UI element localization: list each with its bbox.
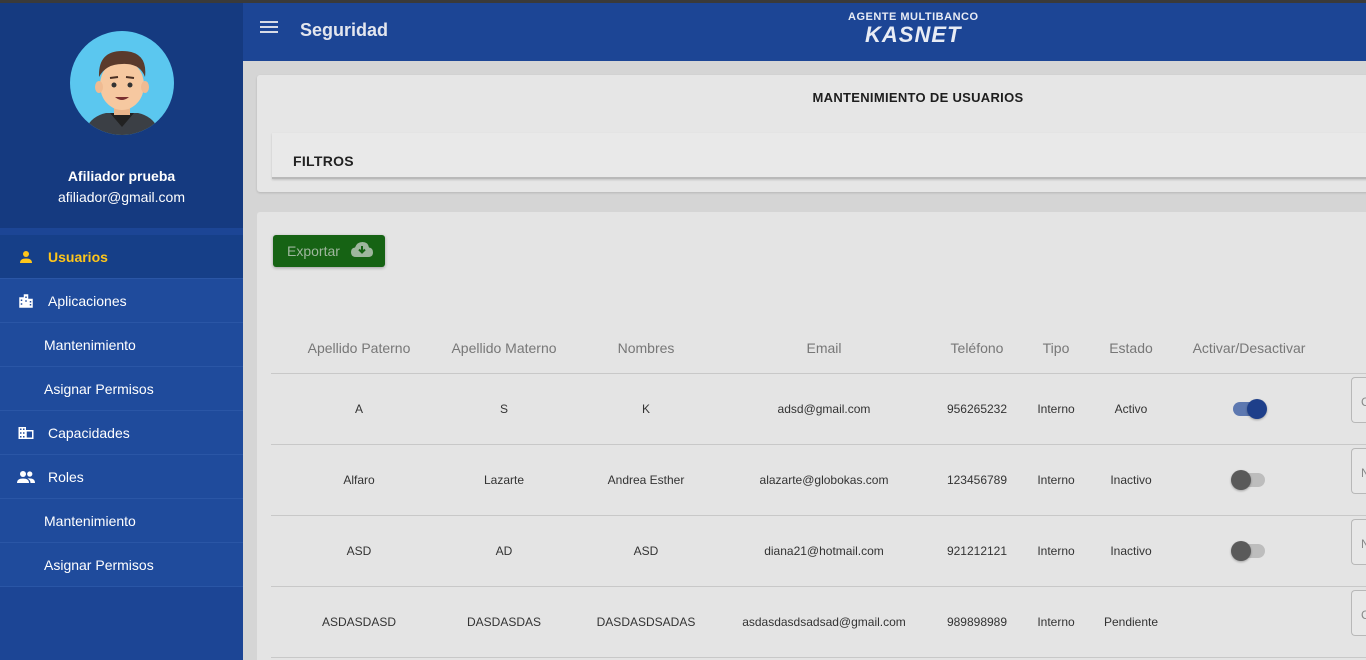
row-action-button[interactable]: N [1351, 519, 1366, 565]
menu-icon[interactable] [260, 21, 278, 35]
table-row: ASDASDASD DASDASDAS DASDASDSADAS asdasda… [271, 587, 1366, 658]
column-header: Activar/Desactivar [1192, 339, 1306, 356]
export-button[interactable]: Exportar [273, 235, 385, 267]
main-content: MANTENIMIENTO DE USUARIOS FILTROS Export… [243, 61, 1366, 660]
sidebar-item-label: Mantenimiento [44, 512, 136, 529]
cell-apellido-paterno: A [354, 402, 363, 416]
cell-estado: Inactivo [1110, 473, 1152, 487]
brand-wordmark: KASNET [865, 22, 962, 47]
building-icon [16, 291, 36, 311]
sidebar-item-usuarios[interactable]: Usuarios [0, 235, 243, 279]
column-header[interactable]: Email [731, 340, 917, 356]
cell-apellido-materno: S [499, 402, 508, 416]
activate-toggle[interactable] [1231, 541, 1265, 561]
row-action-button[interactable]: C [1351, 590, 1366, 636]
cell-telefono: 989898989 [946, 615, 1008, 629]
cell-toggle [1187, 541, 1311, 561]
cell-apellido-paterno: ASD [346, 544, 372, 558]
table-row: ASD AD ASD diana21@hotmail.com 921212121… [271, 516, 1366, 587]
user-name: Afiliador prueba [67, 168, 176, 184]
sidebar: Afiliador prueba afiliador@gmail.com Usu… [0, 0, 243, 660]
sidebar-item-aplicaciones-mantenimiento[interactable]: Mantenimiento [0, 323, 243, 367]
sidebar-item-aplicaciones-asignar-permisos[interactable]: Asignar Permisos [0, 367, 243, 411]
sidebar-item-label: Aplicaciones [48, 292, 127, 309]
page-title: Seguridad [300, 20, 389, 40]
sidebar-item-label: Roles [48, 468, 84, 485]
cell-nombres: K [641, 402, 650, 416]
export-label: Exportar [287, 243, 340, 259]
people-icon [16, 467, 36, 487]
users-table: Apellido Paterno Apellido Materno Nombre… [271, 322, 1366, 658]
column-header[interactable]: Estado [1075, 340, 1187, 356]
brand-logo: AGENTE MULTIBANCO KASNET [848, 11, 979, 48]
cell-nombres: Andrea Esther [607, 473, 685, 487]
cell-tipo: Interno [1037, 615, 1075, 629]
filters-label: FILTROS [293, 153, 354, 169]
cell-tipo: Interno [1037, 473, 1075, 487]
sidebar-item-label: Asignar Permisos [44, 556, 154, 573]
row-action-button[interactable]: N [1351, 448, 1366, 494]
table-row: Alfaro Lazarte Andrea Esther alazarte@gl… [271, 445, 1366, 516]
sidebar-item-label: Capacidades [48, 424, 130, 441]
sidebar-menu: Usuarios Aplicaciones Mantenimiento Asig… [0, 235, 243, 587]
cell-tipo: Interno [1037, 544, 1075, 558]
column-header[interactable]: Apellido Paterno [271, 340, 447, 356]
activate-toggle[interactable] [1231, 470, 1265, 490]
sidebar-item-roles-asignar-permisos[interactable]: Asignar Permisos [0, 543, 243, 587]
cell-toggle [1187, 399, 1311, 419]
business-icon [16, 423, 36, 443]
sidebar-item-label: Mantenimiento [44, 336, 136, 353]
cell-telefono: 956265232 [946, 402, 1008, 416]
sidebar-item-label: Usuarios [48, 248, 108, 265]
column-header[interactable]: Apellido Materno [447, 340, 561, 356]
sidebar-item-roles-mantenimiento[interactable]: Mantenimiento [0, 499, 243, 543]
cloud-download-icon [350, 241, 374, 262]
cell-apellido-paterno: Alfaro [343, 473, 375, 487]
cell-telefono: 921212121 [946, 544, 1008, 558]
sidebar-item-roles[interactable]: Roles [0, 455, 243, 499]
sidebar-item-aplicaciones[interactable]: Aplicaciones [0, 279, 243, 323]
users-card: Exportar Apellido Paterno Apellido Mater… [257, 212, 1366, 660]
top-header: Seguridad AGENTE MULTIBANCO KASNET [243, 0, 1366, 61]
cell-estado: Activo [1114, 402, 1148, 416]
cell-tipo: Interno [1037, 402, 1075, 416]
column-header[interactable]: Teléfono [917, 340, 1037, 356]
table-header: Apellido Paterno Apellido Materno Nombre… [271, 322, 1366, 374]
table-row: A S K adsd@gmail.com 956265232 Interno A… [271, 374, 1366, 445]
cell-apellido-paterno: ASDASDASD [321, 615, 397, 629]
cell-email: adsd@gmail.com [777, 402, 871, 416]
activate-toggle[interactable] [1233, 399, 1267, 419]
cell-estado: Pendiente [1103, 615, 1159, 629]
cell-estado: Inactivo [1110, 544, 1152, 558]
person-icon [16, 247, 36, 267]
section-title: MANTENIMIENTO DE USUARIOS [812, 90, 1024, 105]
cell-nombres: ASD [633, 544, 659, 558]
column-header[interactable]: Nombres [561, 340, 731, 356]
cell-email: asdasdasdsadsad@gmail.com [742, 615, 906, 629]
profile-panel: Afiliador prueba afiliador@gmail.com [0, 0, 243, 228]
avatar [69, 31, 174, 135]
cell-email: diana21@hotmail.com [764, 544, 884, 558]
cell-toggle [1187, 470, 1311, 490]
row-action-button[interactable]: C [1351, 377, 1366, 423]
filters-panel[interactable]: FILTROS [272, 133, 1366, 179]
sidebar-item-capacidades[interactable]: Capacidades [0, 411, 243, 455]
cell-apellido-materno: Lazarte [483, 473, 525, 487]
cell-telefono: 123456789 [946, 473, 1008, 487]
sidebar-item-label: Asignar Permisos [44, 380, 154, 397]
user-email: afiliador@gmail.com [57, 189, 186, 205]
column-header[interactable]: Tipo [1037, 340, 1075, 356]
cell-apellido-materno: DASDASDAS [466, 615, 542, 629]
header-card: MANTENIMIENTO DE USUARIOS FILTROS [257, 75, 1366, 192]
cell-apellido-materno: AD [495, 544, 513, 558]
cell-email: alazarte@globokas.com [759, 473, 889, 487]
cell-nombres: DASDASDSADAS [596, 615, 696, 629]
